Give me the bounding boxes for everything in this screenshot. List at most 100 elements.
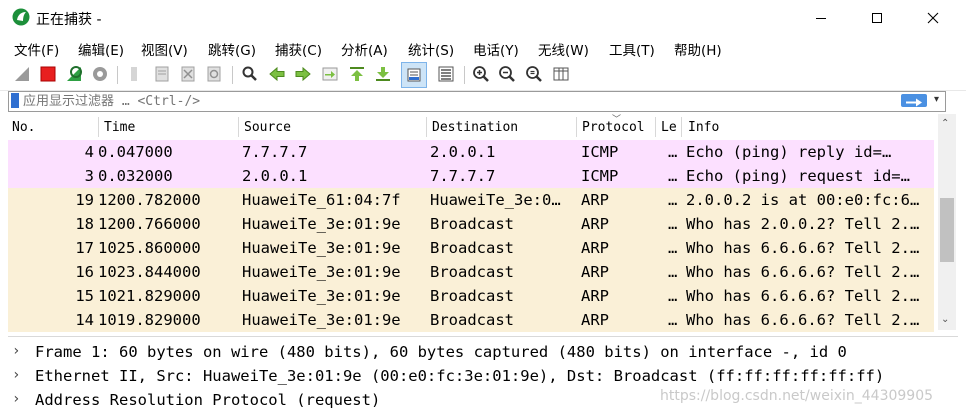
cell-protocol: ARP [581,215,609,233]
go-first-icon[interactable] [347,64,367,84]
packet-list-scrollbar[interactable]: ⌃ ⌄ [938,114,956,330]
toolbar-separator [117,66,118,84]
scroll-thumb[interactable] [940,198,954,262]
cell-protocol: ARP [581,287,609,305]
cell-protocol: ICMP [581,167,619,185]
scroll-up-icon[interactable]: ⌃ [941,118,949,129]
column-divider[interactable] [655,117,656,137]
chevron-right-icon[interactable]: › [12,391,20,407]
cell-source: HuaweiTe_3e:01:9e [242,263,401,281]
cell-no: 16 [75,263,94,281]
chevron-right-icon[interactable]: › [12,343,20,359]
column-header-no[interactable]: No. [12,120,35,135]
capture-options-icon[interactable] [90,64,110,84]
cell-length: … [668,143,678,161]
cell-destination: 7.7.7.7 [430,167,496,185]
packet-row[interactable]: 15 1021.829000 HuaweiTe_3e:01:9e Broadcast A… [8,284,934,308]
column-header-time[interactable]: Time [104,120,135,135]
packet-list: No. Time Source Destination Protocol ﹀ L… [8,114,946,332]
zoom-normal-icon[interactable] [524,64,544,84]
resize-columns-icon[interactable] [551,64,571,84]
column-divider[interactable] [426,117,427,137]
restart-capture-icon[interactable] [64,64,84,84]
bookmark-icon[interactable] [11,93,19,108]
cell-protocol: ARP [581,263,609,281]
display-filter-input[interactable] [23,92,883,111]
cell-length: … [668,311,678,329]
open-file-icon[interactable] [124,64,144,84]
column-header-destination[interactable]: Destination [432,120,518,135]
go-last-icon[interactable] [373,64,393,84]
cell-info: Who has 6.6.6.6? Tell 2.… [686,239,920,257]
menu-capture[interactable]: 捕获(C) [275,39,322,59]
reload-file-icon[interactable] [204,64,224,84]
chevron-down-icon[interactable]: ▾ [934,94,939,105]
cell-info: Echo (ping) request id=… [686,167,910,185]
packet-row[interactable]: 14 1019.829000 HuaweiTe_3e:01:9e Broadcast A… [8,308,934,332]
find-packet-icon[interactable] [240,64,260,84]
chevron-right-icon[interactable]: › [12,367,20,383]
shark-fin-start-icon[interactable] [12,64,32,84]
maximize-icon [872,13,882,23]
cell-time: 1023.844000 [98,263,201,281]
title-bar: 正在捕获 - [0,0,966,36]
auto-scroll-icon[interactable] [401,62,427,88]
colorize-icon[interactable] [436,64,456,84]
save-file-icon[interactable] [152,64,172,84]
scroll-down-icon[interactable]: ⌄ [941,314,949,325]
packet-row[interactable]: 19 1200.782000 HuaweiTe_61:04:7f HuaweiTe_3… [8,188,934,212]
minimize-button[interactable] [798,0,844,36]
menu-file[interactable]: 文件(F) [14,39,59,59]
column-divider[interactable] [576,117,577,137]
column-header-info[interactable]: Info [688,120,719,135]
maximize-button[interactable] [854,0,900,36]
menu-analyze[interactable]: 分析(A) [341,39,388,59]
go-back-icon[interactable] [267,64,287,84]
menu-wireless[interactable]: 无线(W) [538,39,589,59]
cell-info: Who has 6.6.6.6? Tell 2.… [686,287,920,305]
cell-info: Who has 6.6.6.6? Tell 2.… [686,311,920,329]
cell-time: 1025.860000 [98,239,201,257]
cell-source: HuaweiTe_3e:01:9e [242,287,401,305]
menu-edit[interactable]: 编辑(E) [78,39,124,59]
cell-protocol: ICMP [581,143,619,161]
column-header-length[interactable]: Le [661,120,677,135]
stop-capture-icon[interactable] [38,64,58,84]
close-file-icon[interactable] [178,64,198,84]
go-to-packet-icon[interactable] [320,64,340,84]
cell-no: 19 [75,191,94,209]
menu-view[interactable]: 视图(V) [141,39,188,59]
menu-go[interactable]: 跳转(G) [208,39,256,59]
cell-destination: 2.0.0.1 [430,143,496,161]
packet-row[interactable]: 18 1200.766000 HuaweiTe_3e:01:9e Broadcast A… [8,212,934,236]
column-divider[interactable] [681,117,682,137]
column-header-source[interactable]: Source [244,120,291,135]
menu-bar: 文件(F) 编辑(E) 视图(V) 跳转(G) 捕获(C) 分析(A) 统计(S… [0,36,966,60]
cell-time: 1021.829000 [98,287,201,305]
column-divider[interactable] [238,117,239,137]
packet-row[interactable]: 17 1025.860000 HuaweiTe_3e:01:9e Broadcast A… [8,236,934,260]
toolbar-separator [464,66,465,84]
watermark: https://blog.csdn.net/weixin_44309905 [660,388,934,404]
cell-source: HuaweiTe_3e:01:9e [242,215,401,233]
menu-tools[interactable]: 工具(T) [609,39,655,59]
cell-no: 18 [75,215,94,233]
menu-help[interactable]: 帮助(H) [674,39,722,59]
cell-destination: Broadcast [430,239,514,257]
menu-telephony[interactable]: 电话(Y) [473,39,519,59]
packet-row[interactable]: 16 1023.844000 HuaweiTe_3e:01:9e Broadcast A… [8,260,934,284]
go-forward-icon[interactable] [293,64,313,84]
apply-filter-button[interactable] [901,94,927,107]
menu-statistics[interactable]: 统计(S) [408,39,454,59]
cell-protocol: ARP [581,191,609,209]
zoom-in-icon[interactable] [471,64,491,84]
cell-destination: Broadcast [430,215,514,233]
zoom-out-icon[interactable] [497,64,517,84]
cell-protocol: ARP [581,311,609,329]
column-divider[interactable] [98,117,99,137]
packet-row[interactable]: 3 0.032000 2.0.0.1 7.7.7.7 ICMP … Echo (ping) … [8,164,934,188]
cell-source: HuaweiTe_3e:01:9e [242,239,401,257]
packet-row[interactable]: 4 0.047000 7.7.7.7 2.0.0.1 ICMP … Echo (ping) … [8,140,934,164]
close-button[interactable] [910,0,956,36]
wireshark-logo-icon [12,8,30,26]
